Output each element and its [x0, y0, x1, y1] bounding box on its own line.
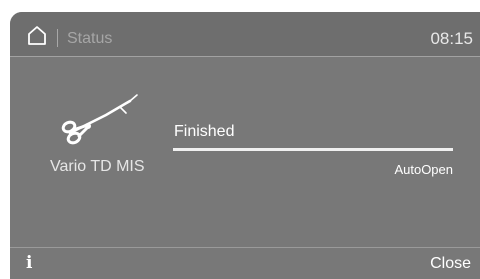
header-bar: Status 08:15: [10, 12, 480, 56]
page-title: Status: [67, 30, 113, 47]
device-frame: Status 08:15 Vario TD MIS Finished AutoO…: [0, 0, 480, 279]
header-separator: [57, 29, 58, 47]
program-progress-bar: [173, 148, 453, 151]
autoopen-label: AutoOpen: [394, 162, 453, 177]
info-icon: i: [26, 253, 33, 273]
info-button[interactable]: i: [10, 248, 50, 279]
close-button[interactable]: Close: [400, 248, 480, 279]
program-status: Finished: [174, 123, 235, 140]
vario-td-mis-instrument-icon: [44, 87, 154, 152]
program-progress-fill: [173, 148, 453, 151]
display-screen: Status 08:15 Vario TD MIS Finished AutoO…: [10, 12, 480, 279]
close-label: Close: [430, 255, 471, 272]
home-icon[interactable]: [27, 25, 47, 45]
header-divider: [10, 56, 480, 57]
instrument-label: Vario TD MIS: [50, 158, 145, 175]
clock-time: 08:15: [430, 29, 473, 48]
